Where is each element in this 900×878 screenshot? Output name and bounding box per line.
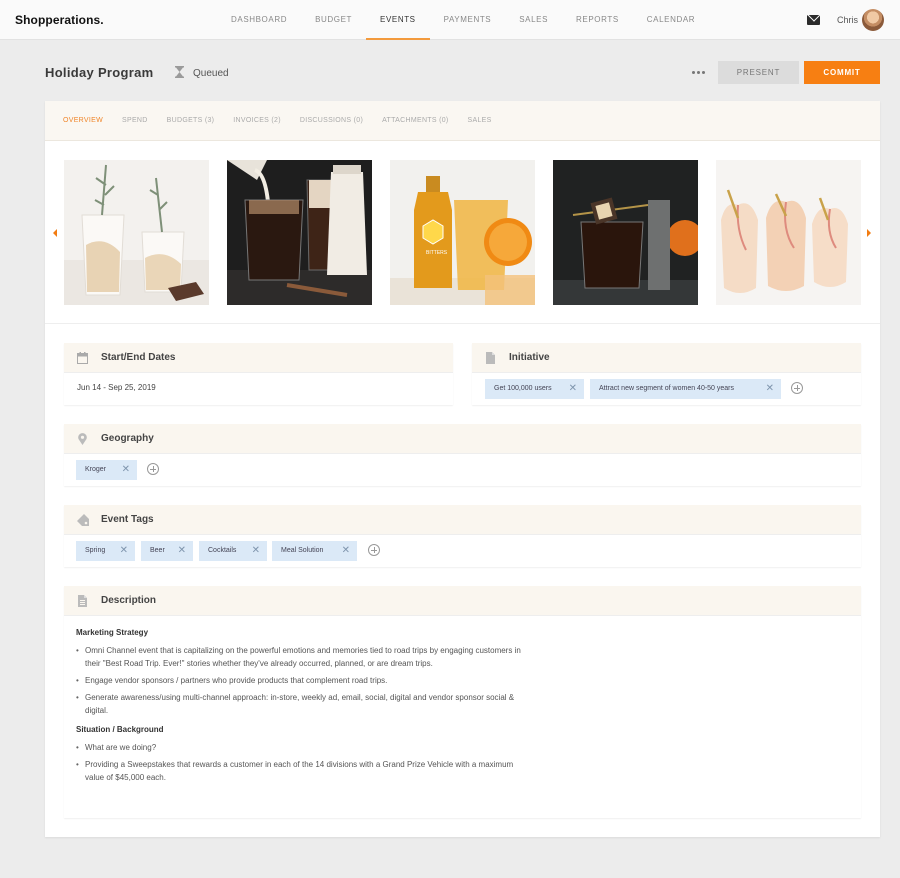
hourglass-icon [175,66,184,78]
honey-bitters-photo[interactable]: BITTERS [390,160,535,305]
tab-budgets[interactable]: BUDGETS (3) [167,101,215,140]
bullet-list: Omni Channel event that is capitalizing … [76,644,526,717]
initiative-card: Initiative Get 100,000 users ✕ Attract n… [472,343,861,405]
add-geography-icon[interactable] [147,463,159,475]
nav-budget[interactable]: BUDGET [301,0,366,40]
tab-discussions[interactable]: DISCUSSIONS (0) [300,101,363,140]
tag-icon [77,514,89,526]
cocktail-garnish-photo[interactable] [553,160,698,305]
description-content: Marketing Strategy Omni Channel event th… [64,616,861,798]
document-icon [486,352,495,364]
mail-icon[interactable] [807,15,820,25]
tag-chip[interactable]: Spring ✕ [76,541,135,561]
cream-drinks-photo[interactable] [64,160,209,305]
geography-chip[interactable]: Kroger ✕ [76,460,137,480]
bullet-list: What are we doing? Providing a Sweepstak… [76,741,526,784]
tab-invoices[interactable]: INVOICES (2) [233,101,281,140]
description-card-title: Description [101,595,157,606]
user-name[interactable]: Chris [837,15,858,25]
remove-chip-icon[interactable]: ✕ [178,541,186,561]
chip-label: Get 100,000 users [494,385,552,392]
event-tags-card-header: Event Tags [64,505,861,535]
nav-payments[interactable]: PAYMENTS [430,0,506,40]
list-item: Engage vendor sponsors / partners who pr… [76,674,526,687]
remove-chip-icon[interactable]: ✕ [120,541,128,561]
tab-attachments[interactable]: ATTACHMENTS (0) [382,101,448,140]
nav-dashboard[interactable]: DASHBOARD [217,0,301,40]
chip-label: Spring [85,547,106,554]
chip-label: Attract new segment of women 40-50 years [599,385,735,392]
image-gallery: BITTERS [45,141,880,324]
dates-card-header: Start/End Dates [64,343,453,373]
present-button[interactable]: PRESENT [718,61,799,84]
description-card: Description Marketing Strategy Omni Chan… [64,586,861,818]
more-horizontal-icon[interactable] [692,71,705,74]
remove-chip-icon[interactable]: ✕ [766,379,774,399]
event-tags-card: Event Tags Spring ✕ Beer ✕ Cocktails ✕ M… [64,505,861,567]
chip-label: Cocktails [208,547,237,554]
chip-label: Kroger [85,466,107,473]
description-card-header: Description [64,586,861,616]
dates-card-title: Start/End Dates [101,352,176,363]
list-item: What are we doing? [76,741,526,754]
geography-card-title: Geography [101,433,154,444]
initiative-card-header: Initiative [472,343,861,373]
main-nav: DASHBOARD BUDGET EVENTS PAYMENTS SALES R… [217,0,709,40]
list-item: Generate awareness/using multi-channel a… [76,691,526,717]
bitters-label-text: BITTERS [426,250,448,256]
tag-chip[interactable]: Meal Solution ✕ [272,541,357,561]
remove-chip-icon[interactable]: ✕ [252,541,260,561]
nav-calendar[interactable]: CALENDAR [633,0,709,40]
iced-coffee-photo[interactable] [227,160,372,305]
initiative-card-title: Initiative [509,352,550,363]
remove-chip-icon[interactable]: ✕ [122,460,130,480]
nav-events[interactable]: EVENTS [366,0,430,40]
tab-overview[interactable]: OVERVIEW [63,101,103,140]
calendar-icon [77,352,88,364]
add-initiative-icon[interactable] [791,382,803,394]
tag-chip[interactable]: Beer ✕ [141,541,193,561]
geography-card-header: Geography [64,424,861,454]
tag-chip[interactable]: Cocktails ✕ [199,541,267,561]
app-logo[interactable]: Shopperations. [15,13,104,27]
list-item: Providing a Sweepstakes that rewards a c… [76,758,526,784]
nav-reports[interactable]: REPORTS [562,0,633,40]
add-tag-icon[interactable] [368,544,380,556]
commit-button[interactable]: COMMIT [804,61,880,84]
status-label: Queued [193,68,229,79]
event-tags-card-title: Event Tags [101,514,154,525]
tab-sales[interactable]: SALES [468,101,492,140]
chip-label: Beer [150,547,165,554]
chevron-right-icon[interactable] [867,229,871,237]
nav-sales[interactable]: SALES [505,0,562,40]
avatar[interactable] [862,9,884,31]
remove-chip-icon[interactable]: ✕ [569,379,577,399]
list-item: Omni Channel event that is capitalizing … [76,644,526,670]
date-range-value[interactable]: Jun 14 - Sep 25, 2019 [77,383,156,392]
section-heading: Marketing Strategy [76,628,149,637]
top-navigation-bar: Shopperations. DASHBOARD BUDGET EVENTS P… [0,0,900,40]
section-heading: Situation / Background [76,725,164,734]
geography-card: Geography Kroger ✕ [64,424,861,486]
remove-chip-icon[interactable]: ✕ [342,541,350,561]
tab-bar: OVERVIEW SPEND BUDGETS (3) INVOICES (2) … [45,101,880,141]
peach-drinks-photo[interactable] [716,160,861,305]
document-icon [78,595,87,607]
location-pin-icon [78,433,87,445]
dates-card: Start/End Dates Jun 14 - Sep 25, 2019 [64,343,453,405]
page-title: Holiday Program [45,65,154,80]
initiative-chip[interactable]: Get 100,000 users ✕ [485,379,584,399]
initiative-chip[interactable]: Attract new segment of women 40-50 years… [590,379,781,399]
chevron-left-icon[interactable] [53,229,57,237]
chip-label: Meal Solution [281,547,324,554]
tab-spend[interactable]: SPEND [122,101,148,140]
